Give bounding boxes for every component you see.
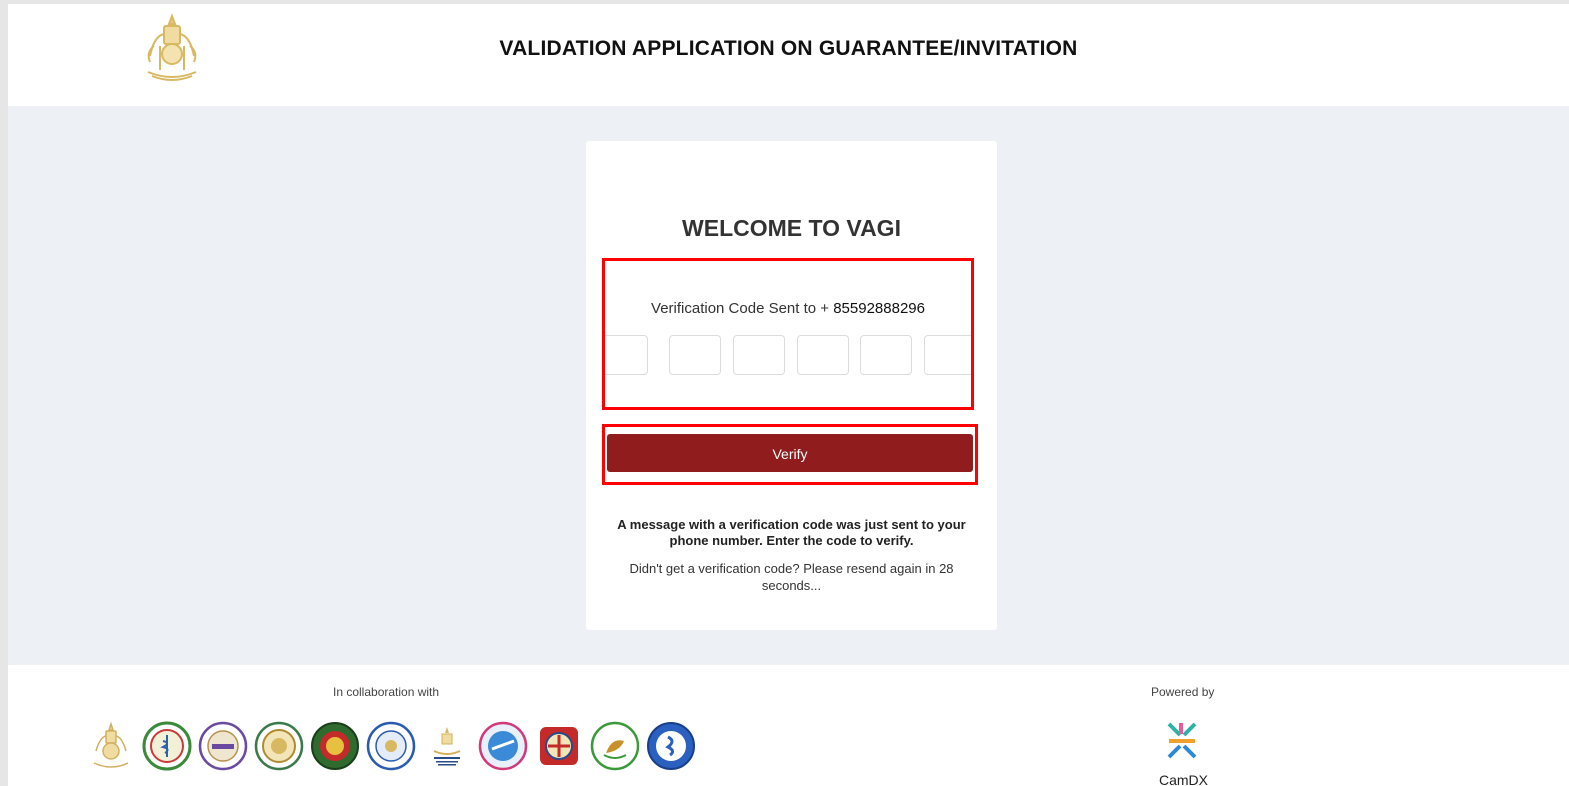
powered-by-label: Powered by bbox=[1151, 685, 1215, 699]
ministry-seal-icon bbox=[254, 721, 304, 771]
page: VALIDATION APPLICATION ON GUARANTEE/INVI… bbox=[8, 4, 1569, 786]
otp-digit-5[interactable] bbox=[860, 335, 912, 375]
verification-message: A message with a verification code was j… bbox=[617, 517, 966, 548]
ministry-of-foreign-affairs-icon bbox=[433, 727, 461, 766]
resend-countdown: Didn't get a verification code? Please r… bbox=[629, 561, 954, 593]
ministry-seal-icon bbox=[311, 722, 359, 770]
ministry-seal-icon bbox=[540, 727, 578, 765]
ministry-seal-icon bbox=[478, 721, 528, 771]
otp-digit-2[interactable] bbox=[669, 335, 721, 375]
ministry-seal-icon bbox=[366, 721, 416, 771]
footer: In collaboration with Powered by CamDX bbox=[8, 665, 1569, 786]
ministry-seal-icon bbox=[198, 721, 248, 771]
collaboration-label: In collaboration with bbox=[333, 685, 440, 699]
verify-button[interactable]: Verify bbox=[607, 434, 973, 472]
ministry-seal-icon bbox=[647, 722, 695, 770]
ministry-seal-icon bbox=[590, 721, 640, 771]
royal-coat-of-arms-icon bbox=[93, 721, 129, 768]
otp-digit-4[interactable] bbox=[797, 335, 849, 375]
sent-to-text: Verification Code Sent to + bbox=[651, 300, 830, 317]
camdx-logo-icon bbox=[1167, 722, 1197, 759]
ministry-of-health-seal-icon bbox=[142, 721, 192, 771]
welcome-heading: WELCOME TO VAGI bbox=[682, 215, 901, 241]
camdx-name: CamDX bbox=[1159, 772, 1209, 786]
otp-digit-6[interactable] bbox=[924, 335, 971, 375]
verification-code-section: Verification Code Sent to + 85592888296 bbox=[602, 258, 974, 410]
phone-number: 85592888296 bbox=[833, 300, 925, 317]
verify-button-highlight: Verify bbox=[602, 424, 978, 485]
otp-digit-3[interactable] bbox=[733, 335, 785, 375]
page-title: VALIDATION APPLICATION ON GUARANTEE/INVI… bbox=[499, 37, 1078, 60]
header: VALIDATION APPLICATION ON GUARANTEE/INVI… bbox=[8, 4, 1569, 106]
login-card: WELCOME TO VAGI Verification Code Sent t… bbox=[586, 141, 997, 630]
verification-sent-label: Verification Code Sent to + 85592888296 bbox=[605, 300, 971, 317]
otp-digit-1[interactable] bbox=[605, 335, 648, 375]
